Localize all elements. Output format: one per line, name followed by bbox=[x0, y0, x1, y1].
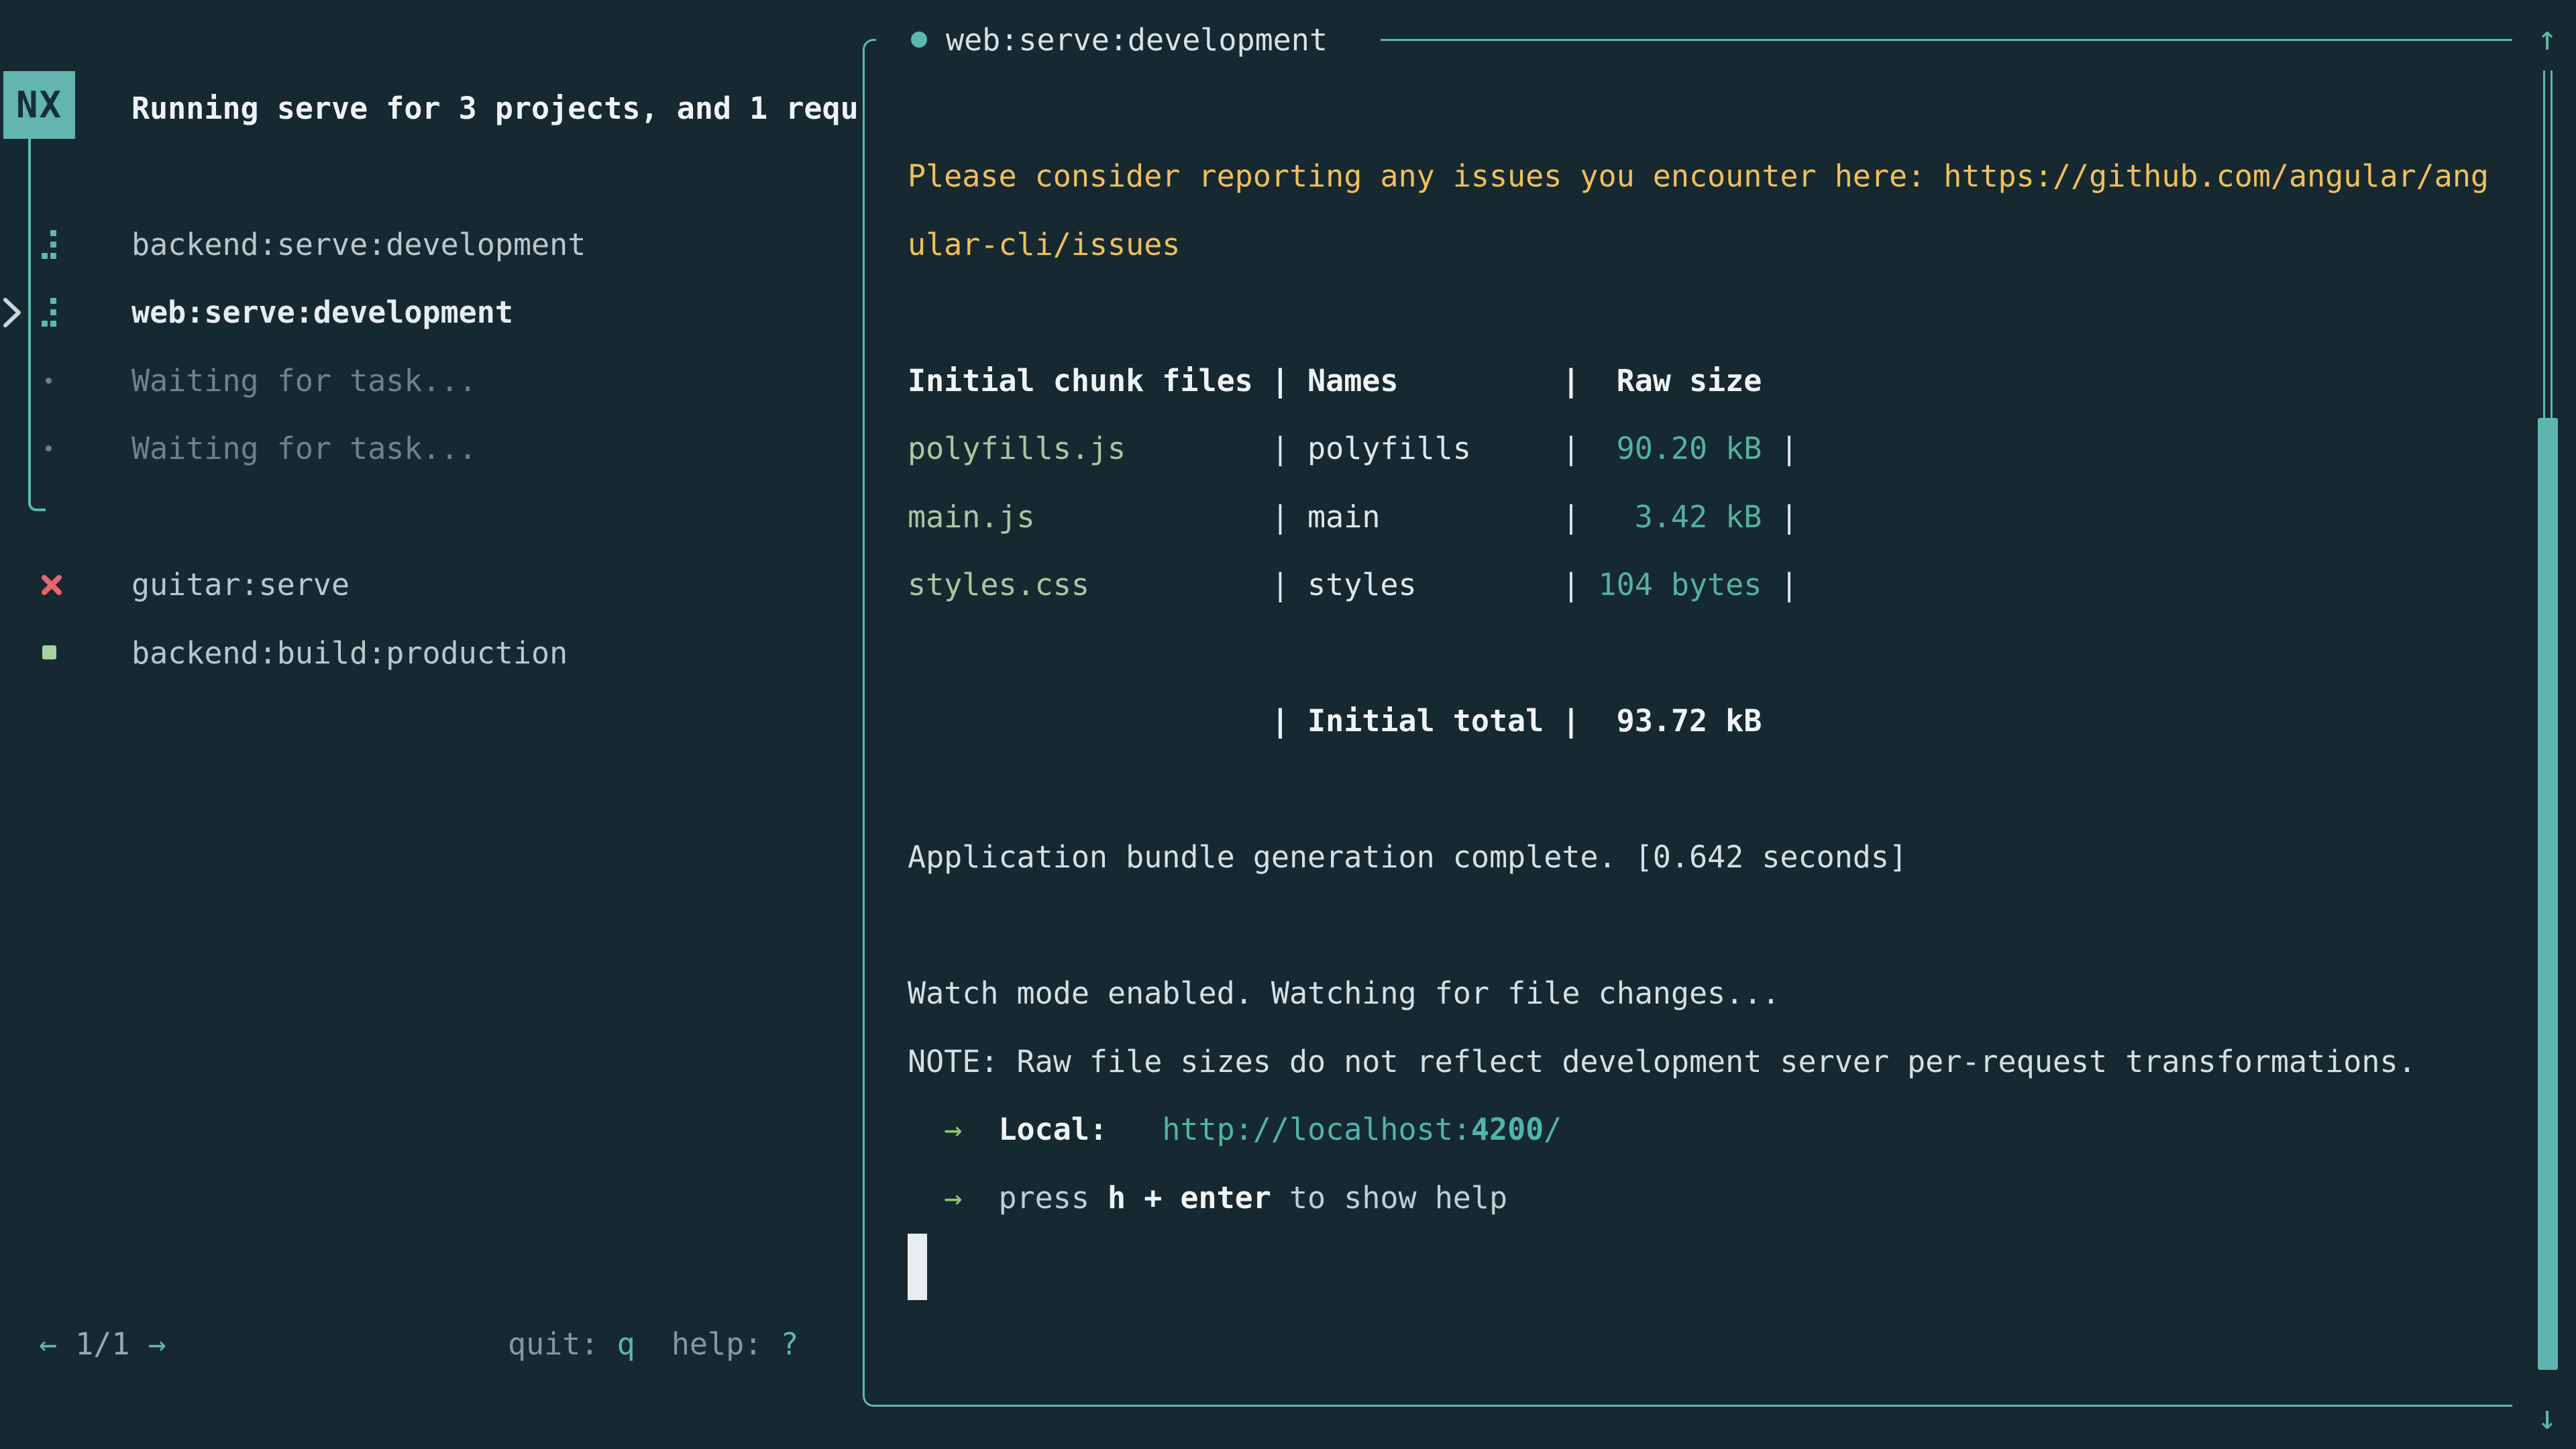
console-line: ular-cli/issues bbox=[908, 211, 1180, 279]
arrow-icon: → bbox=[944, 1112, 962, 1147]
running-dot-icon bbox=[911, 32, 927, 48]
task-label: Waiting for task... bbox=[131, 347, 477, 415]
arrow-icon: → bbox=[944, 1180, 962, 1216]
spinner-icon bbox=[42, 298, 58, 327]
help-label: help: bbox=[635, 1326, 781, 1362]
table-total-row: | Initial total | 93.72 kB bbox=[908, 687, 1762, 755]
task-label: Waiting for task... bbox=[131, 415, 477, 483]
nx-logo: NX bbox=[3, 71, 75, 139]
text-segment: | bbox=[1762, 567, 1798, 602]
pager[interactable]: ← 1/1 → bbox=[39, 1310, 166, 1379]
keyboard-shortcuts: quit: q help: ? bbox=[508, 1310, 799, 1379]
success-square-icon bbox=[42, 645, 56, 659]
task-row-web-serve[interactable]: web:serve:development bbox=[0, 278, 863, 347]
text-segment bbox=[908, 1180, 944, 1216]
help-key: ? bbox=[780, 1326, 798, 1362]
console-line: Application bundle generation complete. … bbox=[908, 823, 1907, 892]
spinner-icon bbox=[42, 230, 58, 260]
quit-label: quit: bbox=[508, 1326, 617, 1362]
text-segment: to show help bbox=[1271, 1180, 1507, 1216]
table-row: main.js | main | 3.42 kB | bbox=[908, 483, 1799, 551]
text-segment bbox=[1108, 1112, 1162, 1147]
task-row-backend-build[interactable]: backend:build:production bbox=[0, 619, 863, 688]
note-message: NOTE: Raw file sizes do not reflect deve… bbox=[908, 1044, 2416, 1079]
selected-caret-icon bbox=[1, 295, 24, 330]
chunk-file: main.js bbox=[908, 499, 1035, 535]
issues-notice-wrap: ular-cli/issues bbox=[908, 227, 1180, 262]
waiting-dot-icon bbox=[46, 378, 52, 384]
text-segment bbox=[908, 1112, 944, 1147]
pager-next-arrow[interactable]: → bbox=[129, 1326, 166, 1362]
text-segment: | bbox=[1762, 431, 1798, 466]
task-label: backend:serve:development bbox=[131, 211, 586, 279]
chunk-file: styles.css bbox=[908, 567, 1089, 602]
text-segment bbox=[962, 1112, 998, 1147]
task-row-waiting-1[interactable]: Waiting for task... bbox=[0, 347, 863, 415]
help-keybinding: h + enter bbox=[1108, 1180, 1271, 1216]
text-segment: press bbox=[998, 1180, 1108, 1216]
chunk-file: polyfills.js bbox=[908, 431, 1126, 466]
quit-key: q bbox=[617, 1326, 635, 1362]
failed-x-icon bbox=[39, 572, 64, 598]
issues-notice: Please consider reporting any issues you… bbox=[908, 158, 2489, 194]
console-line: NOTE: Raw file sizes do not reflect deve… bbox=[908, 1028, 2416, 1096]
table-row: polyfills.js | polyfills | 90.20 kB | bbox=[908, 415, 1799, 483]
console-line: Watch mode enabled. Watching for file ch… bbox=[908, 959, 1780, 1028]
help-hint-line: → press h + enter to show help bbox=[908, 1164, 1507, 1232]
app-title: Running serve for 3 projects, and 1 requ bbox=[131, 74, 859, 143]
text-segment: | polyfills | bbox=[1126, 431, 1617, 466]
text-segment: | main | bbox=[1035, 499, 1635, 535]
watch-mode-message: Watch mode enabled. Watching for file ch… bbox=[908, 975, 1780, 1011]
local-label: Local: bbox=[998, 1112, 1108, 1147]
panel-title-text: web:serve:development bbox=[946, 22, 1328, 58]
build-complete-message: Application bundle generation complete. … bbox=[908, 839, 1907, 875]
task-row-guitar-serve[interactable]: guitar:serve bbox=[0, 551, 863, 619]
pager-prev-arrow[interactable]: ← bbox=[39, 1326, 75, 1362]
task-label: web:serve:development bbox=[131, 278, 513, 347]
pager-position: 1/1 bbox=[75, 1326, 129, 1362]
scroll-down-icon[interactable]: ↓ bbox=[2537, 1401, 2557, 1434]
chunk-size: 90.20 kB bbox=[1617, 431, 1762, 466]
local-url-port[interactable]: 4200 bbox=[1471, 1112, 1544, 1147]
task-row-waiting-2[interactable]: Waiting for task... bbox=[0, 415, 863, 483]
terminal-panel-title[interactable]: web:serve:development bbox=[876, 5, 1381, 74]
text-segment bbox=[962, 1180, 998, 1216]
terminal-cursor bbox=[908, 1234, 927, 1300]
scrollbar-thumb[interactable] bbox=[2538, 418, 2558, 1370]
chunk-table-header: Initial chunk files | Names | Raw size bbox=[908, 363, 1762, 398]
nx-tui-screen: { "app": { "logo": "NX", "title": "Runni… bbox=[0, 0, 2576, 1449]
task-row-backend-serve[interactable]: backend:serve:development bbox=[0, 211, 863, 279]
chunk-size: 104 bytes bbox=[1599, 567, 1762, 602]
console-line: Please consider reporting any issues you… bbox=[908, 142, 2489, 211]
local-url-link[interactable]: http://localhost: bbox=[1162, 1112, 1471, 1147]
local-url-line: → Local: http://localhost:4200/ bbox=[908, 1095, 1562, 1164]
text-segment: | bbox=[1762, 499, 1798, 535]
waiting-dot-icon bbox=[46, 445, 52, 451]
local-url-slash[interactable]: / bbox=[1544, 1112, 1562, 1147]
chunk-size: 3.42 kB bbox=[1635, 499, 1762, 535]
table-header-row: Initial chunk files | Names | Raw size bbox=[908, 347, 1762, 415]
task-label: guitar:serve bbox=[131, 551, 350, 619]
task-label: backend:build:production bbox=[131, 619, 568, 688]
initial-total: | Initial total | 93.72 kB bbox=[908, 703, 1762, 739]
table-row: styles.css | styles | 104 bytes | bbox=[908, 551, 1799, 619]
text-segment: | styles | bbox=[1089, 567, 1599, 602]
scroll-up-icon[interactable]: ↑ bbox=[2537, 21, 2557, 55]
